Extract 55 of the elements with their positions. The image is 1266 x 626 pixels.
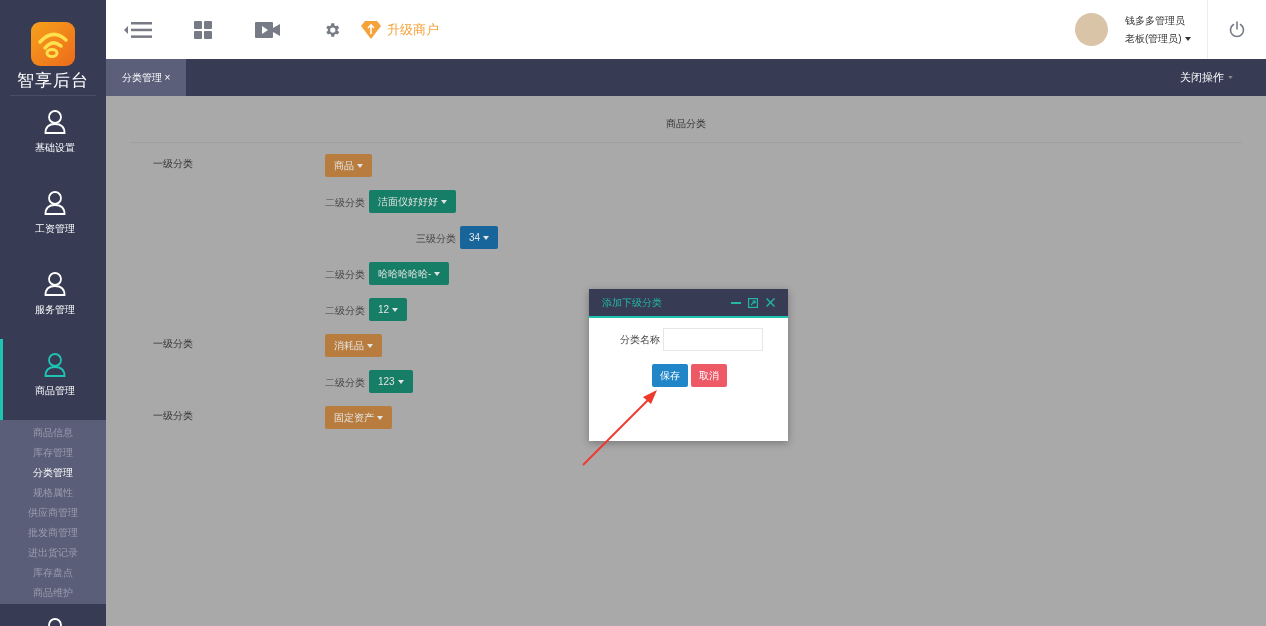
category-dropdown[interactable]: 固定资产	[325, 406, 392, 429]
logo-icon	[31, 22, 75, 66]
level-label: 二级分类	[325, 268, 366, 282]
caret-icon	[441, 199, 447, 204]
upgrade-merchant-button[interactable]: 升级商户	[361, 19, 439, 40]
user-name: 钱多多管理员	[1125, 14, 1186, 28]
user-icon	[43, 110, 66, 134]
caret-icon	[392, 307, 399, 312]
category-dropdown[interactable]: 123	[369, 370, 413, 393]
sidebar-item[interactable]: 服务管理	[0, 258, 106, 339]
category-name-input[interactable]	[663, 328, 763, 351]
video-camera-icon[interactable]	[255, 21, 280, 38]
caret-icon	[434, 271, 441, 276]
user-icon	[43, 353, 66, 377]
close-icon[interactable]	[766, 298, 775, 307]
submenu-item[interactable]: 分类管理	[0, 462, 106, 482]
caret-icon	[1228, 76, 1233, 79]
level-label: 一级分类	[153, 157, 194, 171]
user-icon	[43, 191, 66, 215]
field-label: 分类名称	[620, 333, 660, 347]
caret-icon	[397, 379, 404, 384]
save-button[interactable]: 保存	[651, 364, 688, 387]
level-label: 二级分类	[325, 376, 366, 390]
diamond-icon	[361, 20, 381, 39]
close-actions-dropdown[interactable]: 关闭操作	[1180, 59, 1233, 96]
maximize-icon[interactable]	[748, 297, 758, 308]
user-icon	[43, 272, 66, 296]
power-icon[interactable]	[1229, 21, 1245, 38]
caret-icon	[1184, 36, 1191, 41]
page-tab[interactable]: 分类管理 ×	[106, 59, 186, 96]
user-role-dropdown[interactable]: 老板(管理员)	[1125, 31, 1207, 46]
menu-collapse-icon[interactable]	[124, 21, 152, 38]
caret-icon	[483, 235, 490, 240]
level-label: 二级分类	[325, 304, 366, 318]
category-dropdown[interactable]: 消耗品	[325, 334, 382, 357]
category-dropdown[interactable]: 洁面仪好好好	[369, 190, 456, 213]
caret-icon	[357, 163, 363, 168]
category-dropdown[interactable]: 商品	[325, 154, 372, 177]
category-dropdown[interactable]: 12	[369, 298, 408, 321]
close-icon[interactable]: ×	[164, 70, 171, 85]
level-label: 一级分类	[153, 337, 194, 351]
level-label: 二级分类	[325, 196, 366, 210]
level-label: 三级分类	[416, 232, 457, 246]
sidebar-item[interactable]: 基础设置	[0, 96, 106, 177]
level-label: 一级分类	[153, 409, 194, 423]
dialog-title: 添加下级分类	[602, 296, 663, 310]
grid-icon[interactable]	[194, 20, 212, 39]
category-dropdown[interactable]: 哈哈哈哈哈-	[369, 262, 450, 285]
panel-title: 商品分类	[130, 116, 1242, 143]
cancel-button[interactable]: 取消	[690, 364, 727, 387]
caret-icon	[367, 343, 373, 348]
sidebar-item[interactable]: 工资管理	[0, 177, 106, 258]
brand-name: 智享后台	[17, 70, 89, 92]
caret-icon	[377, 415, 383, 420]
category-dropdown[interactable]: 34	[460, 226, 499, 249]
